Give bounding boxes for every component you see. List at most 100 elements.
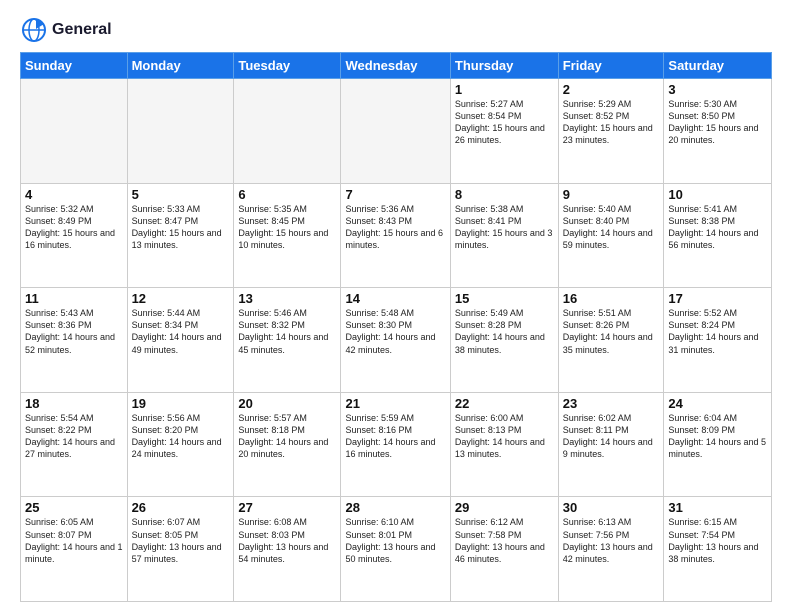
calendar-header-tuesday: Tuesday — [234, 53, 341, 79]
day-number: 6 — [238, 187, 336, 202]
logo: General — [20, 16, 112, 44]
day-number: 7 — [345, 187, 445, 202]
day-info: Sunrise: 5:32 AM Sunset: 8:49 PM Dayligh… — [25, 203, 123, 252]
day-info: Sunrise: 5:38 AM Sunset: 8:41 PM Dayligh… — [455, 203, 554, 252]
day-number: 31 — [668, 500, 767, 515]
calendar-cell: 29Sunrise: 6:12 AM Sunset: 7:58 PM Dayli… — [450, 497, 558, 602]
calendar-header-row: SundayMondayTuesdayWednesdayThursdayFrid… — [21, 53, 772, 79]
calendar-cell — [127, 79, 234, 184]
day-number: 14 — [345, 291, 445, 306]
calendar-cell: 23Sunrise: 6:02 AM Sunset: 8:11 PM Dayli… — [558, 392, 664, 497]
day-number: 1 — [455, 82, 554, 97]
calendar-cell: 5Sunrise: 5:33 AM Sunset: 8:47 PM Daylig… — [127, 183, 234, 288]
calendar-cell — [341, 79, 450, 184]
day-number: 18 — [25, 396, 123, 411]
calendar-cell: 20Sunrise: 5:57 AM Sunset: 8:18 PM Dayli… — [234, 392, 341, 497]
logo-icon — [20, 16, 48, 44]
day-number: 8 — [455, 187, 554, 202]
day-number: 30 — [563, 500, 660, 515]
day-info: Sunrise: 5:59 AM Sunset: 8:16 PM Dayligh… — [345, 412, 445, 461]
page: General SundayMondayTuesdayWednesdayThur… — [0, 0, 792, 612]
day-info: Sunrise: 6:04 AM Sunset: 8:09 PM Dayligh… — [668, 412, 767, 461]
day-info: Sunrise: 5:27 AM Sunset: 8:54 PM Dayligh… — [455, 98, 554, 147]
calendar-header-friday: Friday — [558, 53, 664, 79]
day-info: Sunrise: 5:52 AM Sunset: 8:24 PM Dayligh… — [668, 307, 767, 356]
day-number: 27 — [238, 500, 336, 515]
calendar-cell: 22Sunrise: 6:00 AM Sunset: 8:13 PM Dayli… — [450, 392, 558, 497]
calendar-cell — [234, 79, 341, 184]
day-number: 19 — [132, 396, 230, 411]
day-info: Sunrise: 5:29 AM Sunset: 8:52 PM Dayligh… — [563, 98, 660, 147]
day-info: Sunrise: 6:00 AM Sunset: 8:13 PM Dayligh… — [455, 412, 554, 461]
day-number: 4 — [25, 187, 123, 202]
day-info: Sunrise: 5:41 AM Sunset: 8:38 PM Dayligh… — [668, 203, 767, 252]
calendar-week-2: 11Sunrise: 5:43 AM Sunset: 8:36 PM Dayli… — [21, 288, 772, 393]
day-info: Sunrise: 6:13 AM Sunset: 7:56 PM Dayligh… — [563, 516, 660, 565]
calendar-cell: 13Sunrise: 5:46 AM Sunset: 8:32 PM Dayli… — [234, 288, 341, 393]
day-number: 5 — [132, 187, 230, 202]
day-info: Sunrise: 5:56 AM Sunset: 8:20 PM Dayligh… — [132, 412, 230, 461]
day-info: Sunrise: 5:51 AM Sunset: 8:26 PM Dayligh… — [563, 307, 660, 356]
day-info: Sunrise: 6:02 AM Sunset: 8:11 PM Dayligh… — [563, 412, 660, 461]
day-info: Sunrise: 5:35 AM Sunset: 8:45 PM Dayligh… — [238, 203, 336, 252]
day-number: 2 — [563, 82, 660, 97]
logo-text: General — [52, 21, 112, 39]
day-info: Sunrise: 5:46 AM Sunset: 8:32 PM Dayligh… — [238, 307, 336, 356]
day-number: 29 — [455, 500, 554, 515]
day-number: 10 — [668, 187, 767, 202]
calendar-cell: 27Sunrise: 6:08 AM Sunset: 8:03 PM Dayli… — [234, 497, 341, 602]
calendar-cell: 25Sunrise: 6:05 AM Sunset: 8:07 PM Dayli… — [21, 497, 128, 602]
calendar-cell: 17Sunrise: 5:52 AM Sunset: 8:24 PM Dayli… — [664, 288, 772, 393]
calendar-week-0: 1Sunrise: 5:27 AM Sunset: 8:54 PM Daylig… — [21, 79, 772, 184]
calendar-cell: 28Sunrise: 6:10 AM Sunset: 8:01 PM Dayli… — [341, 497, 450, 602]
day-number: 28 — [345, 500, 445, 515]
day-info: Sunrise: 5:36 AM Sunset: 8:43 PM Dayligh… — [345, 203, 445, 252]
day-number: 24 — [668, 396, 767, 411]
calendar-cell: 8Sunrise: 5:38 AM Sunset: 8:41 PM Daylig… — [450, 183, 558, 288]
calendar-cell: 2Sunrise: 5:29 AM Sunset: 8:52 PM Daylig… — [558, 79, 664, 184]
day-number: 20 — [238, 396, 336, 411]
calendar-cell: 11Sunrise: 5:43 AM Sunset: 8:36 PM Dayli… — [21, 288, 128, 393]
day-info: Sunrise: 6:15 AM Sunset: 7:54 PM Dayligh… — [668, 516, 767, 565]
calendar-cell: 10Sunrise: 5:41 AM Sunset: 8:38 PM Dayli… — [664, 183, 772, 288]
day-info: Sunrise: 5:40 AM Sunset: 8:40 PM Dayligh… — [563, 203, 660, 252]
calendar-cell — [21, 79, 128, 184]
day-number: 23 — [563, 396, 660, 411]
day-number: 12 — [132, 291, 230, 306]
calendar-cell: 1Sunrise: 5:27 AM Sunset: 8:54 PM Daylig… — [450, 79, 558, 184]
calendar-cell: 19Sunrise: 5:56 AM Sunset: 8:20 PM Dayli… — [127, 392, 234, 497]
calendar-cell: 12Sunrise: 5:44 AM Sunset: 8:34 PM Dayli… — [127, 288, 234, 393]
day-number: 11 — [25, 291, 123, 306]
day-info: Sunrise: 6:12 AM Sunset: 7:58 PM Dayligh… — [455, 516, 554, 565]
day-info: Sunrise: 5:48 AM Sunset: 8:30 PM Dayligh… — [345, 307, 445, 356]
day-number: 9 — [563, 187, 660, 202]
calendar-header-sunday: Sunday — [21, 53, 128, 79]
day-number: 17 — [668, 291, 767, 306]
calendar-week-3: 18Sunrise: 5:54 AM Sunset: 8:22 PM Dayli… — [21, 392, 772, 497]
day-info: Sunrise: 6:08 AM Sunset: 8:03 PM Dayligh… — [238, 516, 336, 565]
calendar-cell: 7Sunrise: 5:36 AM Sunset: 8:43 PM Daylig… — [341, 183, 450, 288]
day-info: Sunrise: 5:30 AM Sunset: 8:50 PM Dayligh… — [668, 98, 767, 147]
day-info: Sunrise: 5:54 AM Sunset: 8:22 PM Dayligh… — [25, 412, 123, 461]
calendar-cell: 26Sunrise: 6:07 AM Sunset: 8:05 PM Dayli… — [127, 497, 234, 602]
calendar-cell: 14Sunrise: 5:48 AM Sunset: 8:30 PM Dayli… — [341, 288, 450, 393]
calendar-header-monday: Monday — [127, 53, 234, 79]
calendar-cell: 31Sunrise: 6:15 AM Sunset: 7:54 PM Dayli… — [664, 497, 772, 602]
calendar-cell: 6Sunrise: 5:35 AM Sunset: 8:45 PM Daylig… — [234, 183, 341, 288]
day-number: 13 — [238, 291, 336, 306]
day-info: Sunrise: 5:57 AM Sunset: 8:18 PM Dayligh… — [238, 412, 336, 461]
day-number: 21 — [345, 396, 445, 411]
calendar: SundayMondayTuesdayWednesdayThursdayFrid… — [20, 52, 772, 602]
day-number: 3 — [668, 82, 767, 97]
header: General — [20, 16, 772, 44]
calendar-week-1: 4Sunrise: 5:32 AM Sunset: 8:49 PM Daylig… — [21, 183, 772, 288]
day-info: Sunrise: 5:44 AM Sunset: 8:34 PM Dayligh… — [132, 307, 230, 356]
calendar-cell: 24Sunrise: 6:04 AM Sunset: 8:09 PM Dayli… — [664, 392, 772, 497]
calendar-cell: 3Sunrise: 5:30 AM Sunset: 8:50 PM Daylig… — [664, 79, 772, 184]
calendar-cell: 16Sunrise: 5:51 AM Sunset: 8:26 PM Dayli… — [558, 288, 664, 393]
day-info: Sunrise: 6:07 AM Sunset: 8:05 PM Dayligh… — [132, 516, 230, 565]
calendar-cell: 30Sunrise: 6:13 AM Sunset: 7:56 PM Dayli… — [558, 497, 664, 602]
calendar-header-wednesday: Wednesday — [341, 53, 450, 79]
day-number: 15 — [455, 291, 554, 306]
day-number: 25 — [25, 500, 123, 515]
